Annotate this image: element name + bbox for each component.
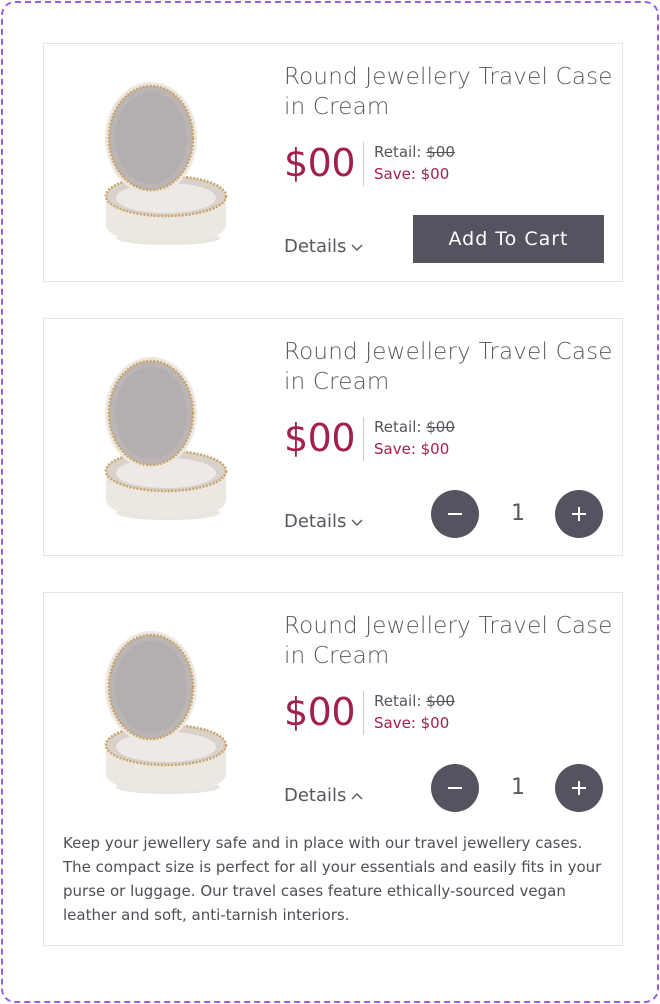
details-label: Details — [284, 785, 347, 806]
quantity-stepper: 1 — [431, 490, 605, 538]
product-image — [104, 357, 228, 520]
retail-value: $00 — [426, 692, 455, 710]
retail-price: Retail: $00 — [374, 142, 455, 163]
product-card: Round Jewellery Travel Case in Cream $00… — [43, 592, 623, 946]
chevron-up-icon — [351, 793, 363, 800]
product-card: Round Jewellery Travel Case in Cream $00… — [43, 318, 623, 556]
quantity-value[interactable]: 1 — [487, 498, 549, 530]
price-divider — [363, 417, 364, 461]
chevron-down-icon — [351, 519, 363, 526]
details-toggle[interactable]: Details — [284, 509, 364, 535]
product-image — [104, 631, 228, 794]
details-label: Details — [284, 236, 347, 257]
plus-icon — [572, 781, 586, 795]
retail-price: Retail: $00 — [374, 691, 455, 712]
add-to-cart-button[interactable]: Add To Cart — [413, 215, 604, 263]
retail-value: $00 — [426, 143, 455, 161]
retail-label: Retail: — [374, 692, 422, 710]
product-image — [104, 82, 228, 245]
save-amount: Save: $00 — [374, 714, 450, 732]
product-card: Round Jewellery Travel Case in Cream $00… — [43, 43, 623, 282]
decrease-quantity-button[interactable] — [431, 764, 479, 812]
chevron-down-icon — [351, 244, 363, 251]
price-divider — [363, 691, 364, 735]
details-label: Details — [284, 511, 347, 532]
details-toggle[interactable]: Details — [284, 234, 364, 260]
quantity-value[interactable]: 1 — [487, 772, 549, 804]
product-price: $00 — [284, 416, 356, 460]
retail-value: $00 — [426, 418, 455, 436]
minus-icon — [448, 787, 462, 789]
plus-icon — [572, 507, 586, 521]
retail-label: Retail: — [374, 418, 422, 436]
retail-label: Retail: — [374, 143, 422, 161]
product-title[interactable]: Round Jewellery Travel Case in Cream — [284, 337, 614, 397]
save-amount: Save: $00 — [374, 440, 450, 458]
product-title[interactable]: Round Jewellery Travel Case in Cream — [284, 611, 614, 671]
save-amount: Save: $00 — [374, 165, 450, 183]
component-frame: Round Jewellery Travel Case in Cream $00… — [1, 1, 659, 1003]
details-toggle[interactable]: Details — [284, 783, 364, 809]
minus-icon — [448, 513, 462, 515]
retail-price: Retail: $00 — [374, 417, 455, 438]
product-price: $00 — [284, 141, 356, 185]
price-divider — [363, 142, 364, 186]
quantity-stepper: 1 — [431, 764, 605, 812]
product-title[interactable]: Round Jewellery Travel Case in Cream — [284, 62, 614, 122]
increase-quantity-button[interactable] — [555, 764, 603, 812]
product-description: Keep your jewellery safe and in place wi… — [63, 834, 602, 924]
increase-quantity-button[interactable] — [555, 490, 603, 538]
product-price: $00 — [284, 690, 356, 734]
decrease-quantity-button[interactable] — [431, 490, 479, 538]
